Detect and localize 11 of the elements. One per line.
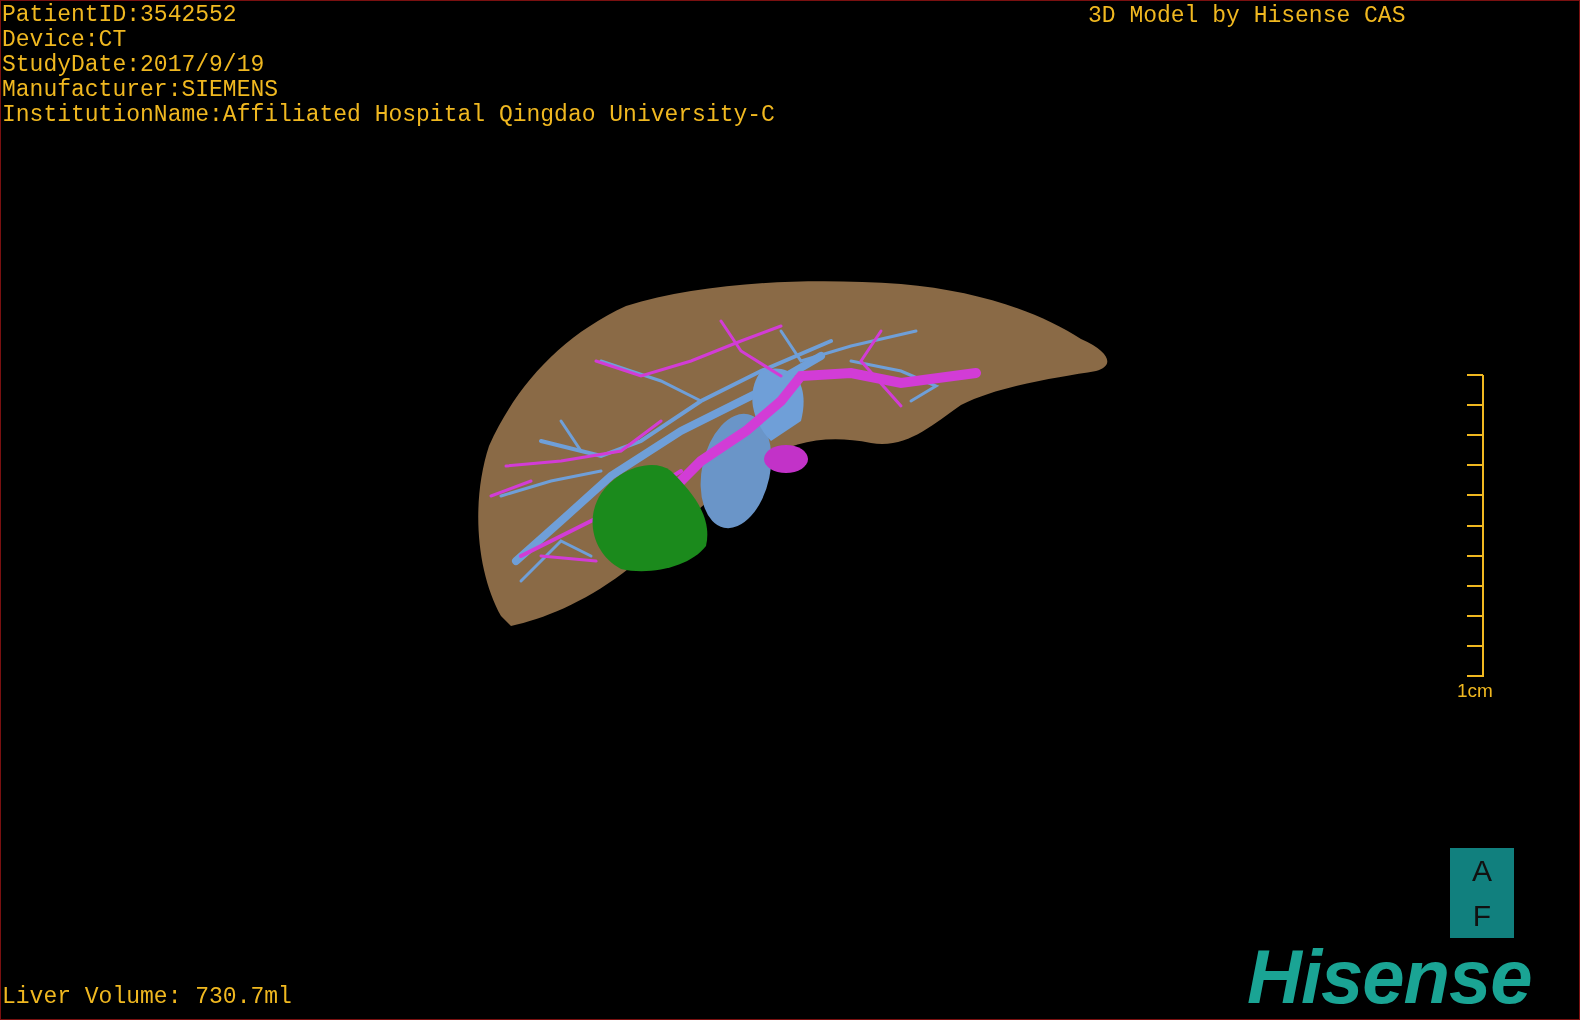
orientation-label: A [1472,854,1492,887]
scale-label: 1cm [1457,681,1493,701]
info-line: PatientID:3542552 [2,3,238,28]
info-line: Manufacturer:SIEMENS [2,78,280,103]
info-line: StudyDate:2017/9/19 [2,53,266,78]
info-line: Device:CT [2,28,128,53]
liver-volume-text: Liver Volume: 730.7ml [2,985,292,1010]
orientation-label: F [1472,899,1492,932]
info-line: InstitutionName:Affiliated Hospital Qingdao University-C [2,103,775,128]
viewer-title: 3D Model by Hisense CAS [1088,4,1406,29]
logo-text: Hisense [1247,939,1532,1015]
